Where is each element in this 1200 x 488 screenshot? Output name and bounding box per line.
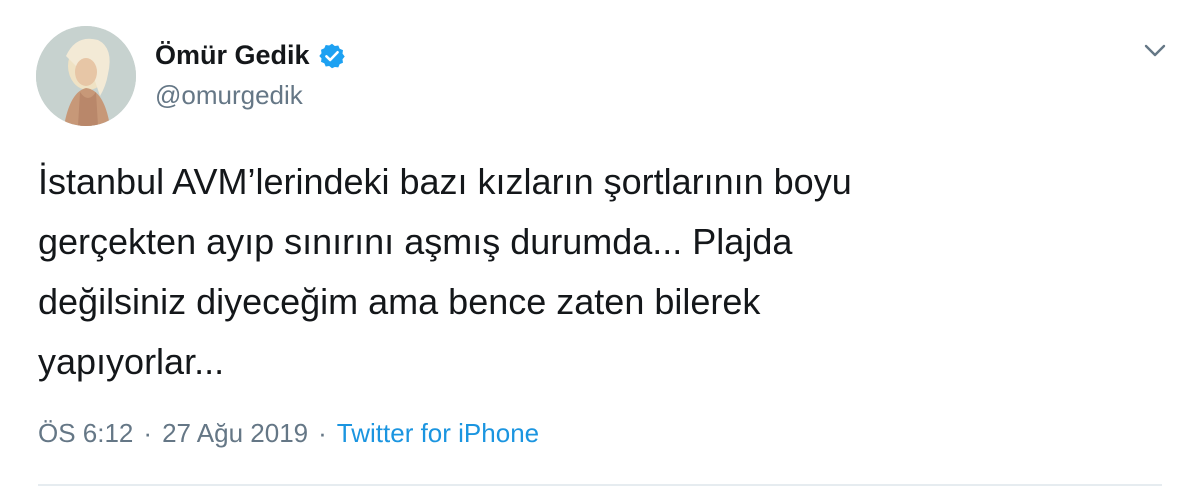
display-name[interactable]: Ömür Gedik [155,40,310,71]
user-name-row: Ömür Gedik [155,40,346,71]
tweet-metadata: ÖS 6:12 · 27 Ağu 2019 · Twitter for iPho… [38,418,539,449]
divider [38,484,1162,486]
tweet-date[interactable]: 27 Ağu 2019 [162,418,308,449]
tweet-card: Ömür Gedik @omurgedik İstanbul AVM’lerin… [0,0,1200,488]
tweet-text: İstanbul AVM’lerindeki bazı kızların şor… [38,161,852,382]
user-handle[interactable]: @omurgedik [155,80,303,111]
tweet-source-link[interactable]: Twitter for iPhone [337,418,539,449]
verified-badge-icon [318,42,346,70]
avatar[interactable] [36,26,136,126]
tweet-time[interactable]: ÖS 6:12 [38,418,133,449]
chevron-down-icon[interactable] [1140,38,1170,64]
meta-separator: · [318,418,327,448]
meta-separator: · [143,418,153,448]
avatar-image [36,26,136,126]
